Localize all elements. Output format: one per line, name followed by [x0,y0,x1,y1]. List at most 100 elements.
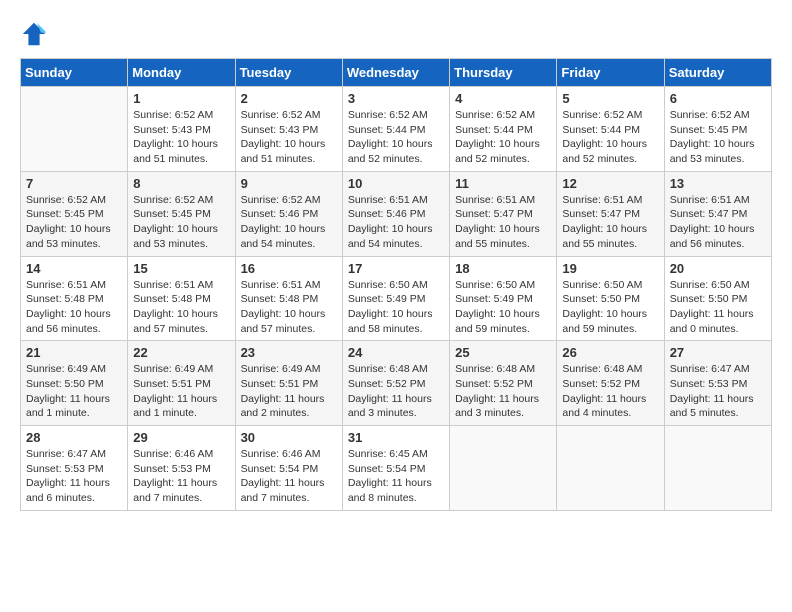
cell-info: Sunrise: 6:51 AMSunset: 5:48 PMDaylight:… [26,278,122,337]
calendar-cell: 27 Sunrise: 6:47 AMSunset: 5:53 PMDayligh… [664,341,771,426]
cell-info: Sunrise: 6:52 AMSunset: 5:45 PMDaylight:… [133,193,229,252]
calendar-cell: 20 Sunrise: 6:50 AMSunset: 5:50 PMDayligh… [664,256,771,341]
logo-icon [20,20,48,48]
cell-info: Sunrise: 6:46 AMSunset: 5:53 PMDaylight:… [133,447,229,506]
day-number: 16 [241,261,337,276]
calendar-cell: 21 Sunrise: 6:49 AMSunset: 5:50 PMDayligh… [21,341,128,426]
cell-info: Sunrise: 6:52 AMSunset: 5:45 PMDaylight:… [670,108,766,167]
calendar-cell: 14 Sunrise: 6:51 AMSunset: 5:48 PMDayligh… [21,256,128,341]
cell-info: Sunrise: 6:50 AMSunset: 5:50 PMDaylight:… [562,278,658,337]
day-number: 20 [670,261,766,276]
cell-info: Sunrise: 6:52 AMSunset: 5:44 PMDaylight:… [348,108,444,167]
calendar-cell [664,426,771,511]
day-number: 6 [670,91,766,106]
day-number: 21 [26,345,122,360]
day-of-week-header: Friday [557,59,664,87]
calendar-cell: 17Sunrise: 6:50 AMSunset: 5:49 PMDayligh… [342,256,449,341]
calendar-cell [557,426,664,511]
cell-info: Sunrise: 6:48 AMSunset: 5:52 PMDaylight:… [348,362,444,421]
cell-info: Sunrise: 6:52 AMSunset: 5:44 PMDaylight:… [562,108,658,167]
calendar-cell: 9Sunrise: 6:52 AMSunset: 5:46 PMDaylight… [235,171,342,256]
day-number: 11 [455,176,551,191]
calendar-cell [450,426,557,511]
calendar-cell: 19 Sunrise: 6:50 AMSunset: 5:50 PMDayligh… [557,256,664,341]
calendar-cell: 5 Sunrise: 6:52 AMSunset: 5:44 PMDaylight… [557,87,664,172]
calendar-cell: 18 Sunrise: 6:50 AMSunset: 5:49 PMDayligh… [450,256,557,341]
calendar-cell: 6 Sunrise: 6:52 AMSunset: 5:45 PMDaylight… [664,87,771,172]
calendar-header-row: SundayMondayTuesdayWednesdayThursdayFrid… [21,59,772,87]
cell-info: Sunrise: 6:49 AMSunset: 5:51 PMDaylight:… [133,362,229,421]
calendar-cell [21,87,128,172]
day-number: 24 [348,345,444,360]
calendar-week-row: 7 Sunrise: 6:52 AMSunset: 5:45 PMDaylight… [21,171,772,256]
cell-info: Sunrise: 6:51 AMSunset: 5:48 PMDaylight:… [133,278,229,337]
day-of-week-header: Monday [128,59,235,87]
day-of-week-header: Wednesday [342,59,449,87]
page-header [20,20,772,48]
day-number: 19 [562,261,658,276]
day-number: 3 [348,91,444,106]
cell-info: Sunrise: 6:51 AMSunset: 5:48 PMDaylight:… [241,278,337,337]
day-number: 10 [348,176,444,191]
calendar-cell: 22 Sunrise: 6:49 AMSunset: 5:51 PMDayligh… [128,341,235,426]
cell-info: Sunrise: 6:48 AMSunset: 5:52 PMDaylight:… [562,362,658,421]
cell-info: Sunrise: 6:52 AMSunset: 5:43 PMDaylight:… [133,108,229,167]
cell-info: Sunrise: 6:45 AMSunset: 5:54 PMDaylight:… [348,447,444,506]
cell-info: Sunrise: 6:47 AMSunset: 5:53 PMDaylight:… [670,362,766,421]
calendar-cell: 26Sunrise: 6:48 AMSunset: 5:52 PMDayligh… [557,341,664,426]
calendar-week-row: 21 Sunrise: 6:49 AMSunset: 5:50 PMDayligh… [21,341,772,426]
calendar-cell: 2 Sunrise: 6:52 AMSunset: 5:43 PMDaylight… [235,87,342,172]
day-number: 30 [241,430,337,445]
calendar-cell: 13 Sunrise: 6:51 AMSunset: 5:47 PMDayligh… [664,171,771,256]
day-number: 27 [670,345,766,360]
cell-info: Sunrise: 6:49 AMSunset: 5:51 PMDaylight:… [241,362,337,421]
day-number: 1 [133,91,229,106]
day-of-week-header: Thursday [450,59,557,87]
calendar-week-row: 28 Sunrise: 6:47 AMSunset: 5:53 PMDayligh… [21,426,772,511]
cell-info: Sunrise: 6:47 AMSunset: 5:53 PMDaylight:… [26,447,122,506]
day-of-week-header: Sunday [21,59,128,87]
cell-info: Sunrise: 6:50 AMSunset: 5:50 PMDaylight:… [670,278,766,337]
calendar-cell: 4 Sunrise: 6:52 AMSunset: 5:44 PMDaylight… [450,87,557,172]
cell-info: Sunrise: 6:49 AMSunset: 5:50 PMDaylight:… [26,362,122,421]
calendar-cell: 29 Sunrise: 6:46 AMSunset: 5:53 PMDayligh… [128,426,235,511]
logo [20,20,52,48]
calendar-week-row: 14 Sunrise: 6:51 AMSunset: 5:48 PMDayligh… [21,256,772,341]
calendar-cell: 28 Sunrise: 6:47 AMSunset: 5:53 PMDayligh… [21,426,128,511]
day-number: 7 [26,176,122,191]
calendar-cell: 30Sunrise: 6:46 AMSunset: 5:54 PMDayligh… [235,426,342,511]
calendar-cell: 23 Sunrise: 6:49 AMSunset: 5:51 PMDayligh… [235,341,342,426]
calendar-table: SundayMondayTuesdayWednesdayThursdayFrid… [20,58,772,511]
calendar-cell: 16 Sunrise: 6:51 AMSunset: 5:48 PMDayligh… [235,256,342,341]
day-number: 14 [26,261,122,276]
calendar-cell: 7 Sunrise: 6:52 AMSunset: 5:45 PMDaylight… [21,171,128,256]
day-of-week-header: Tuesday [235,59,342,87]
day-number: 4 [455,91,551,106]
cell-info: Sunrise: 6:51 AMSunset: 5:46 PMDaylight:… [348,193,444,252]
cell-info: Sunrise: 6:50 AMSunset: 5:49 PMDaylight:… [455,278,551,337]
day-number: 18 [455,261,551,276]
cell-info: Sunrise: 6:52 AMSunset: 5:46 PMDaylight:… [241,193,337,252]
day-number: 5 [562,91,658,106]
day-number: 25 [455,345,551,360]
cell-info: Sunrise: 6:51 AMSunset: 5:47 PMDaylight:… [562,193,658,252]
day-number: 29 [133,430,229,445]
calendar-cell: 15Sunrise: 6:51 AMSunset: 5:48 PMDayligh… [128,256,235,341]
calendar-cell: 25Sunrise: 6:48 AMSunset: 5:52 PMDayligh… [450,341,557,426]
day-of-week-header: Saturday [664,59,771,87]
cell-info: Sunrise: 6:51 AMSunset: 5:47 PMDaylight:… [455,193,551,252]
day-number: 17 [348,261,444,276]
cell-info: Sunrise: 6:52 AMSunset: 5:45 PMDaylight:… [26,193,122,252]
cell-info: Sunrise: 6:51 AMSunset: 5:47 PMDaylight:… [670,193,766,252]
calendar-cell: 11 Sunrise: 6:51 AMSunset: 5:47 PMDayligh… [450,171,557,256]
calendar-cell: 10 Sunrise: 6:51 AMSunset: 5:46 PMDayligh… [342,171,449,256]
cell-info: Sunrise: 6:52 AMSunset: 5:43 PMDaylight:… [241,108,337,167]
cell-info: Sunrise: 6:52 AMSunset: 5:44 PMDaylight:… [455,108,551,167]
day-number: 12 [562,176,658,191]
day-number: 13 [670,176,766,191]
day-number: 22 [133,345,229,360]
day-number: 28 [26,430,122,445]
day-number: 2 [241,91,337,106]
day-number: 23 [241,345,337,360]
calendar-week-row: 1 Sunrise: 6:52 AMSunset: 5:43 PMDaylight… [21,87,772,172]
